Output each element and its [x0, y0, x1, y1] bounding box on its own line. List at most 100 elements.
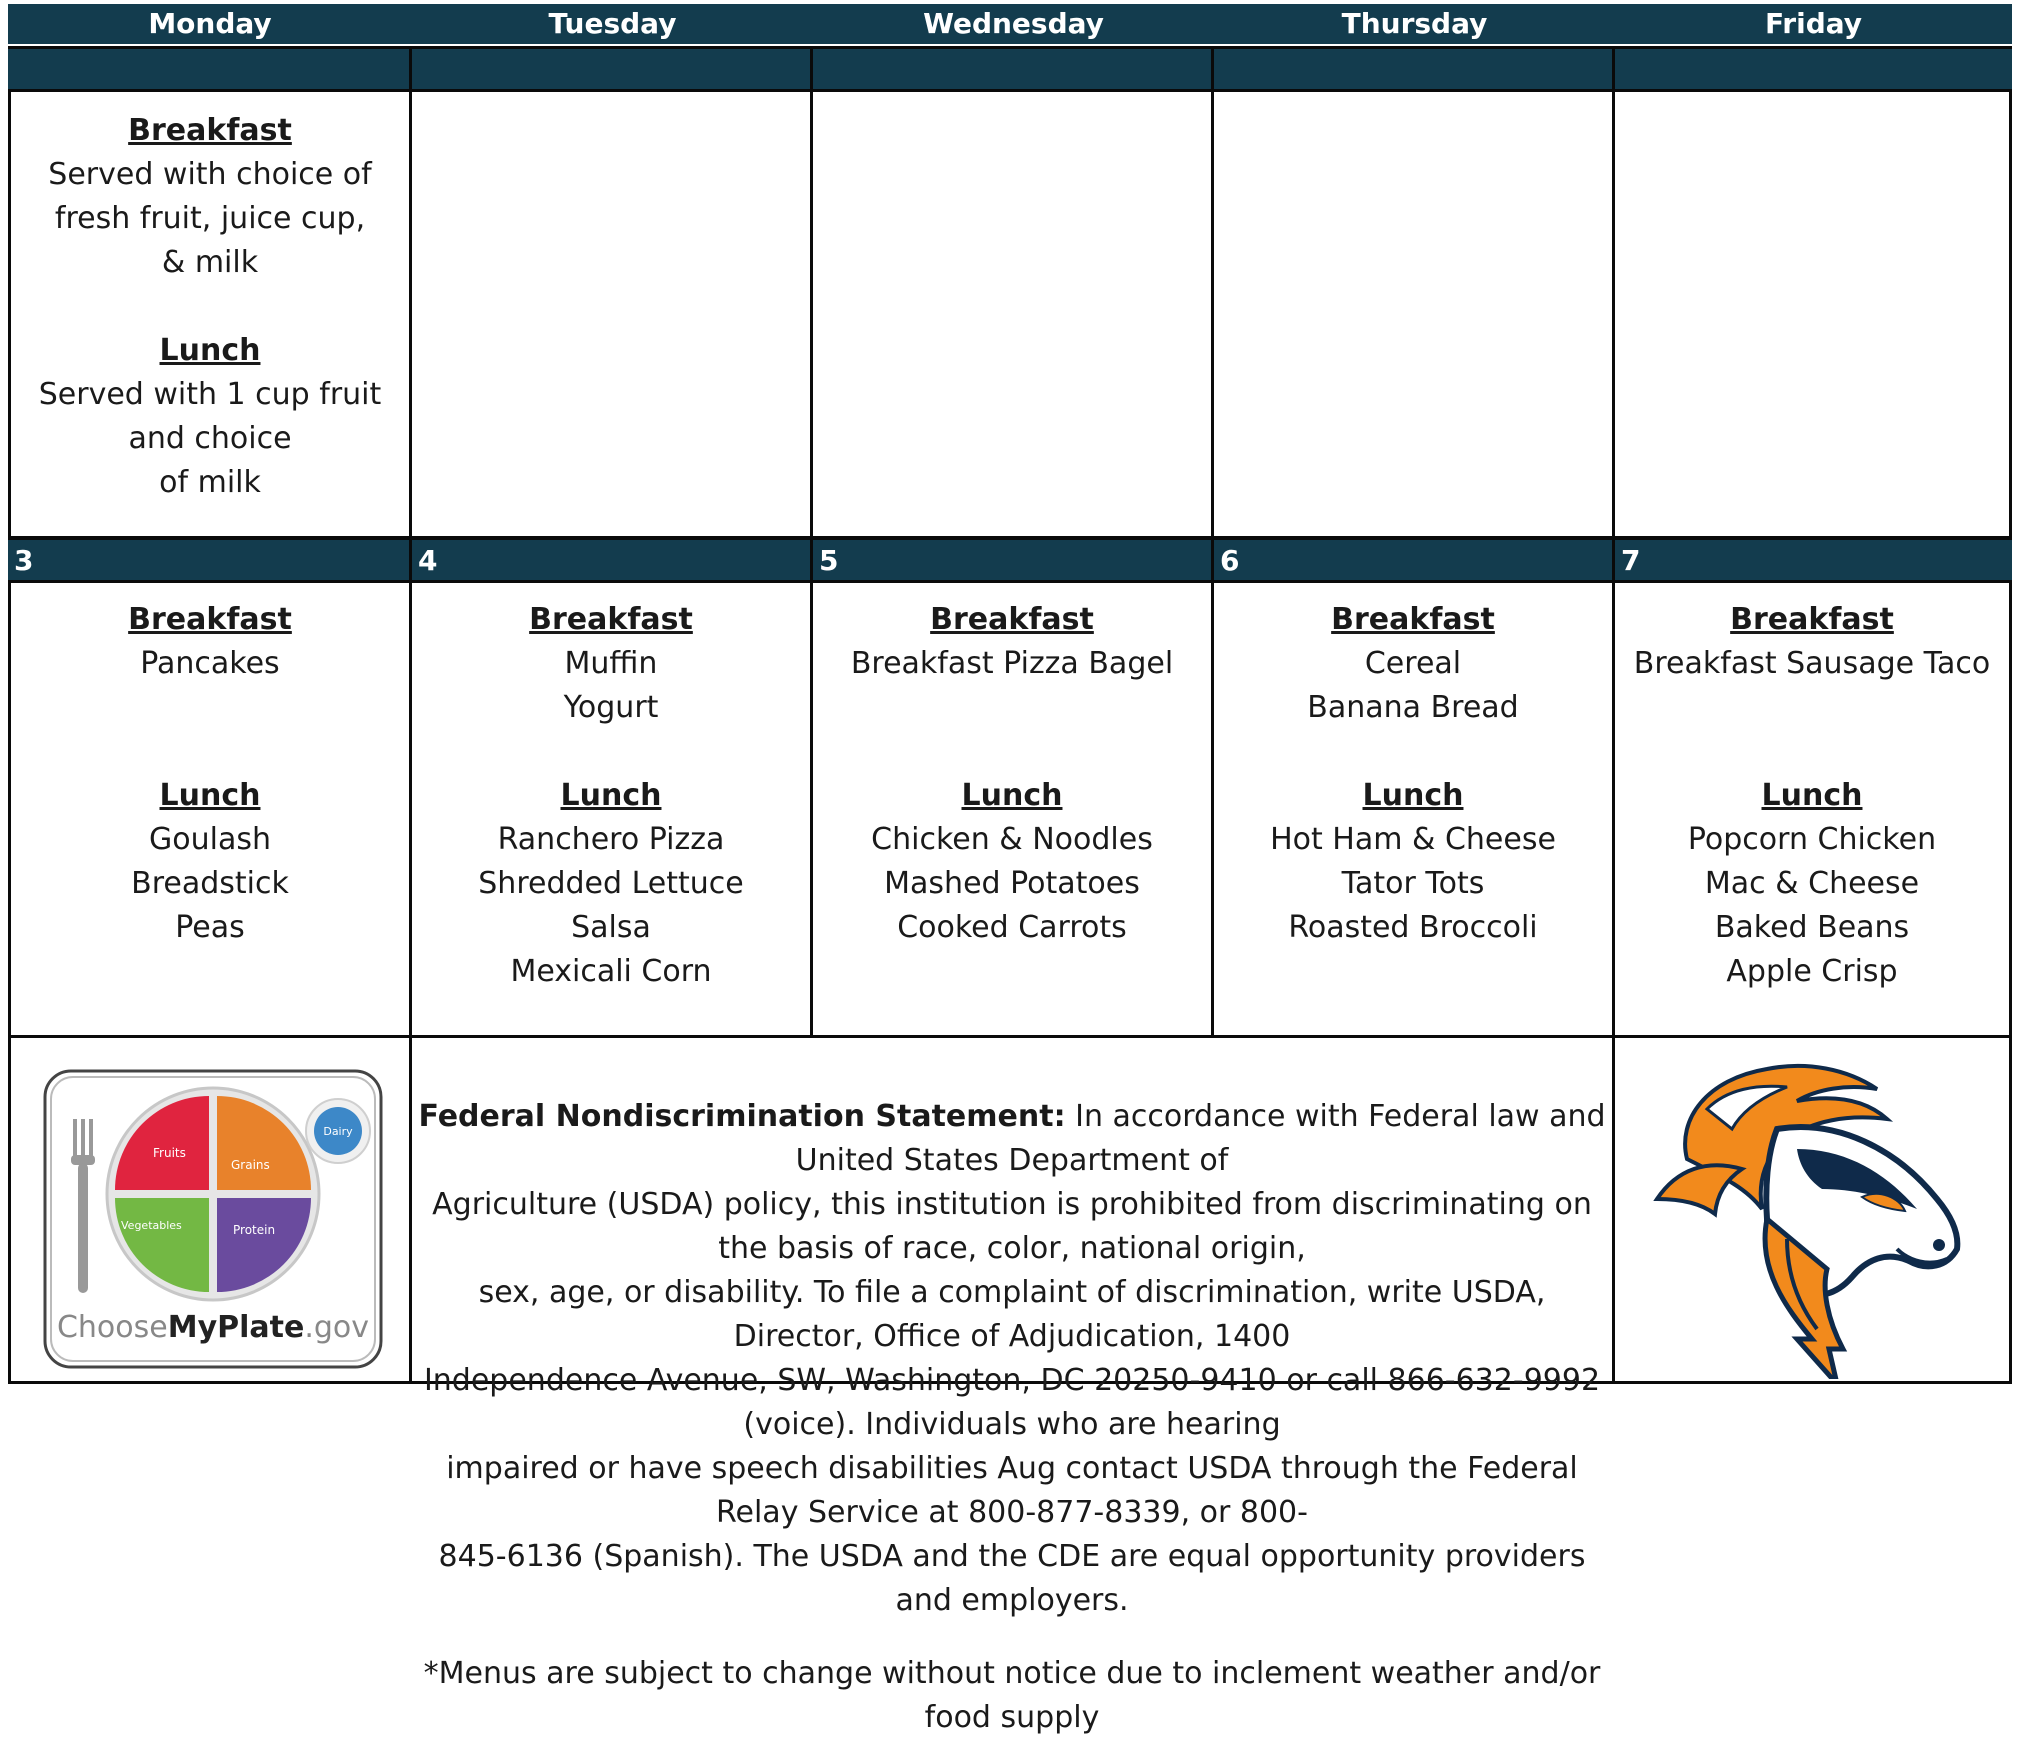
fruits-label: Fruits: [153, 1146, 186, 1160]
lunch-item: Cooked Carrots: [897, 910, 1127, 945]
statement-line: Independence Avenue, SW, Washington, DC …: [423, 1363, 1601, 1442]
svg-text:ChooseMyPlate.gov: ChooseMyPlate.gov: [57, 1310, 369, 1345]
lunch-item: Chicken & Noodles: [871, 822, 1153, 857]
lunch-item: Popcorn Chicken: [1687, 822, 1937, 857]
date-cell: 7: [1615, 540, 2012, 580]
breakfast-heading: Breakfast: [529, 602, 693, 637]
empty-day-cell: [1214, 92, 1615, 536]
footer-row: Fruits Grains Vegetables Protein Dairy C…: [8, 1035, 2012, 1735]
lunch-item: Hot Ham & Cheese: [1270, 822, 1556, 857]
lunch-heading: Lunch: [1362, 778, 1464, 813]
lunch-item: Ranchero Pizza: [497, 822, 725, 857]
date-number: 4: [418, 544, 438, 577]
breakfast-heading: Breakfast: [930, 602, 1094, 637]
breakfast-item: Cereal: [1364, 646, 1462, 681]
protein-label: Protein: [233, 1223, 275, 1237]
lunch-heading: Lunch: [560, 778, 662, 813]
lunch-heading: Lunch: [159, 778, 261, 813]
week1-date-band: 3 4 5 6 7: [8, 537, 2012, 583]
lunch-heading: Lunch: [1761, 778, 1863, 813]
nondiscrimination-statement: Federal Nondiscrimination Statement: In …: [412, 1035, 1615, 1735]
vegetables-label: Vegetables: [121, 1219, 182, 1232]
week0-date-band: [8, 46, 2012, 92]
day-menu-cell: Breakfast Breakfast Pizza Bagel Lunch Ch…: [813, 583, 1214, 1035]
date-cell: 6: [1214, 540, 1615, 580]
brand-bold: MyPlate: [168, 1310, 305, 1345]
breakfast-item: Pancakes: [140, 646, 280, 681]
bronco-mascot-logo: [1653, 1063, 1961, 1379]
day-monday: Monday: [148, 7, 272, 40]
breakfast-heading: Breakfast: [1730, 602, 1894, 637]
day-menu-cell: Breakfast Pancakes Lunch Goulash Breadst…: [8, 583, 412, 1035]
menu-disclaimer: *Menus are subject to change without not…: [423, 1656, 1601, 1735]
day-tuesday: Tuesday: [548, 7, 677, 40]
date-cell: 3: [8, 540, 412, 580]
day-wednesday: Wednesday: [923, 7, 1104, 40]
day-thursday: Thursday: [1341, 7, 1488, 40]
menu-calendar: Monday Tuesday Wednesday Thursday Friday…: [8, 0, 2012, 1735]
day-friday: Friday: [1764, 7, 1863, 40]
week0-row: Breakfast Served with choice of fresh fr…: [8, 92, 2012, 539]
lunch-note-line: of milk: [159, 465, 261, 500]
breakfast-item: Breakfast Sausage Taco: [1633, 646, 1991, 681]
breakfast-item: Muffin: [564, 646, 658, 681]
date-cell: [1214, 49, 1615, 89]
day-menu-cell: Breakfast Cereal Banana Bread Lunch Hot …: [1214, 583, 1615, 1035]
breakfast-note-line: & milk: [161, 245, 259, 280]
breakfast-item: Banana Bread: [1307, 690, 1519, 725]
date-number: 6: [1220, 544, 1240, 577]
breakfast-heading: Breakfast: [1331, 602, 1495, 637]
myplate-logo-cell: Fruits Grains Vegetables Protein Dairy C…: [8, 1035, 412, 1381]
mascot-cell: [1615, 1035, 2012, 1381]
breakfast-note-line: fresh fruit, juice cup,: [54, 201, 366, 236]
week1-row: Breakfast Pancakes Lunch Goulash Breadst…: [8, 583, 2012, 1038]
brand-prefix: Choose: [57, 1310, 168, 1345]
lunch-item: Peas: [175, 910, 245, 945]
date-cell: 4: [412, 540, 813, 580]
lunch-item: Salsa: [571, 910, 651, 945]
lunch-item: Apple Crisp: [1726, 954, 1898, 989]
breakfast-heading: Breakfast: [128, 113, 292, 148]
breakfast-note-line: Served with choice of: [48, 157, 372, 192]
date-cell: 5: [813, 540, 1214, 580]
breakfast-heading: Breakfast: [128, 602, 292, 637]
lunch-note-line: and choice: [128, 421, 292, 456]
day-menu-cell: Breakfast Muffin Yogurt Lunch Ranchero P…: [412, 583, 813, 1035]
date-number: 5: [819, 544, 839, 577]
date-number: 7: [1621, 544, 1641, 577]
statement-line: 845-6136 (Spanish). The USDA and the CDE…: [438, 1539, 1586, 1618]
myplate-logo: Fruits Grains Vegetables Protein Dairy C…: [43, 1069, 383, 1369]
brand-suffix: .gov: [304, 1310, 369, 1345]
date-cell: [813, 49, 1214, 89]
menu-info-cell: Breakfast Served with choice of fresh fr…: [8, 92, 412, 536]
day-menu-cell: Breakfast Breakfast Sausage Taco Lunch P…: [1615, 583, 2012, 1035]
breakfast-item: Breakfast Pizza Bagel: [850, 646, 1174, 681]
empty-day-cell: [813, 92, 1214, 536]
lunch-item: Mashed Potatoes: [884, 866, 1140, 901]
lunch-item: Goulash: [149, 822, 271, 857]
empty-day-cell: [412, 92, 813, 536]
grains-label: Grains: [231, 1158, 270, 1172]
lunch-item: Tator Tots: [1341, 866, 1485, 901]
statement-line: impaired or have speech disabilities Aug…: [446, 1451, 1578, 1530]
lunch-note-line: Served with 1 cup fruit: [38, 377, 382, 412]
lunch-item: Breadstick: [131, 866, 289, 901]
lunch-item: Shredded Lettuce: [478, 866, 744, 901]
breakfast-item: Yogurt: [563, 690, 659, 725]
dairy-label: Dairy: [323, 1125, 353, 1138]
statement-title: Federal Nondiscrimination Statement:: [418, 1099, 1066, 1134]
date-cell: [8, 49, 412, 89]
date-cell: [1615, 49, 2012, 89]
statement-line: sex, age, or disability. To file a compl…: [478, 1275, 1546, 1354]
lunch-heading: Lunch: [961, 778, 1063, 813]
statement-line: Agriculture (USDA) policy, this institut…: [432, 1187, 1592, 1266]
lunch-heading: Lunch: [159, 333, 261, 368]
empty-day-cell: [1615, 92, 2012, 536]
lunch-item: Roasted Broccoli: [1288, 910, 1538, 945]
lunch-item: Mac & Cheese: [1704, 866, 1920, 901]
lunch-item: Mexicali Corn: [510, 954, 712, 989]
date-number: 3: [14, 544, 34, 577]
date-cell: [412, 49, 813, 89]
weekday-header: Monday Tuesday Wednesday Thursday Friday: [8, 4, 2012, 44]
lunch-item: Baked Beans: [1714, 910, 1910, 945]
